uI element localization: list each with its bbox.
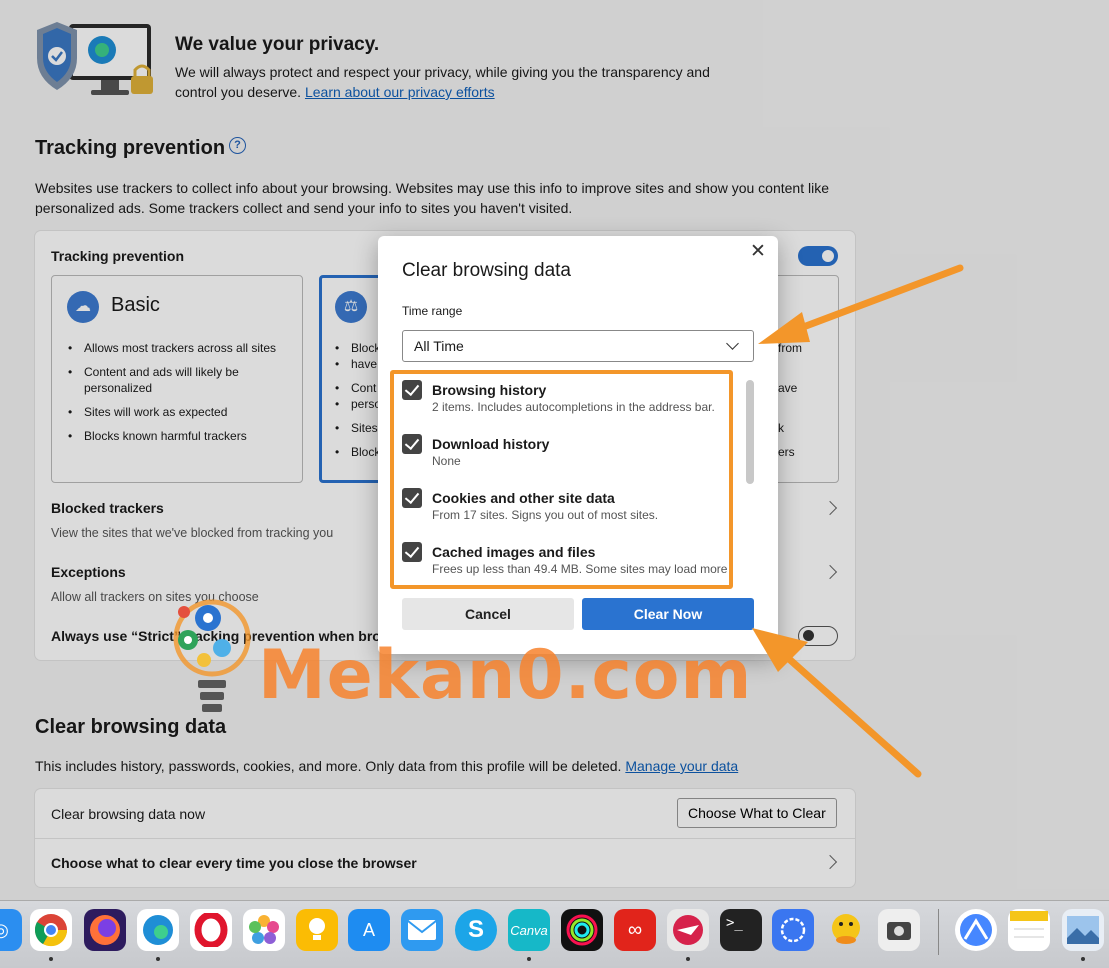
screenshot-icon[interactable]: [878, 909, 920, 951]
preview-icon[interactable]: [1062, 909, 1104, 951]
mail-icon[interactable]: [401, 909, 443, 951]
nordvpn-icon[interactable]: [955, 909, 997, 951]
cancel-button[interactable]: Cancel: [402, 598, 574, 630]
close-icon[interactable]: ✕: [750, 242, 766, 261]
time-range-label: Time range: [402, 304, 463, 318]
running-indicator: [156, 957, 160, 961]
terminal-icon[interactable]: >_: [720, 909, 762, 951]
dock: ◎ A S Canva ∞ >_: [0, 900, 1109, 968]
canva-icon[interactable]: Canva: [508, 909, 550, 951]
dock-separator: [938, 909, 939, 955]
time-range-select[interactable]: All Time: [402, 330, 754, 362]
safari-icon[interactable]: ◎: [0, 909, 22, 951]
running-indicator: [1081, 957, 1085, 961]
opera-icon[interactable]: [190, 909, 232, 951]
cyberduck-icon[interactable]: [825, 909, 867, 951]
dialog-title: Clear browsing data: [402, 260, 571, 281]
skype-icon[interactable]: S: [455, 909, 497, 951]
firefox-icon[interactable]: [84, 909, 126, 951]
options-scrollbar[interactable]: [746, 380, 754, 484]
running-indicator: [49, 957, 53, 961]
notes-icon[interactable]: [1008, 909, 1050, 951]
arrow-to-clear-now-icon: [752, 628, 922, 778]
keep-icon[interactable]: [296, 909, 338, 951]
app-store-icon[interactable]: A: [348, 909, 390, 951]
watermark-text: Mekan0.com: [258, 636, 753, 715]
clear-now-button[interactable]: Clear Now: [582, 598, 754, 630]
papers-icon[interactable]: [667, 909, 709, 951]
arrow-to-time-range-icon: [758, 264, 964, 344]
creative-cloud-icon[interactable]: ∞: [614, 909, 656, 951]
signal-icon[interactable]: [772, 909, 814, 951]
running-indicator: [686, 957, 690, 961]
watermark-logo-icon: [173, 599, 251, 712]
chevron-down-icon: [726, 337, 739, 350]
options-highlight-box: [390, 370, 733, 589]
activity-icon[interactable]: [561, 909, 603, 951]
time-range-value: All Time: [414, 338, 464, 354]
running-indicator: [527, 957, 531, 961]
chrome-icon[interactable]: [30, 909, 72, 951]
photos-icon[interactable]: [243, 909, 285, 951]
edge-icon[interactable]: [137, 909, 179, 951]
